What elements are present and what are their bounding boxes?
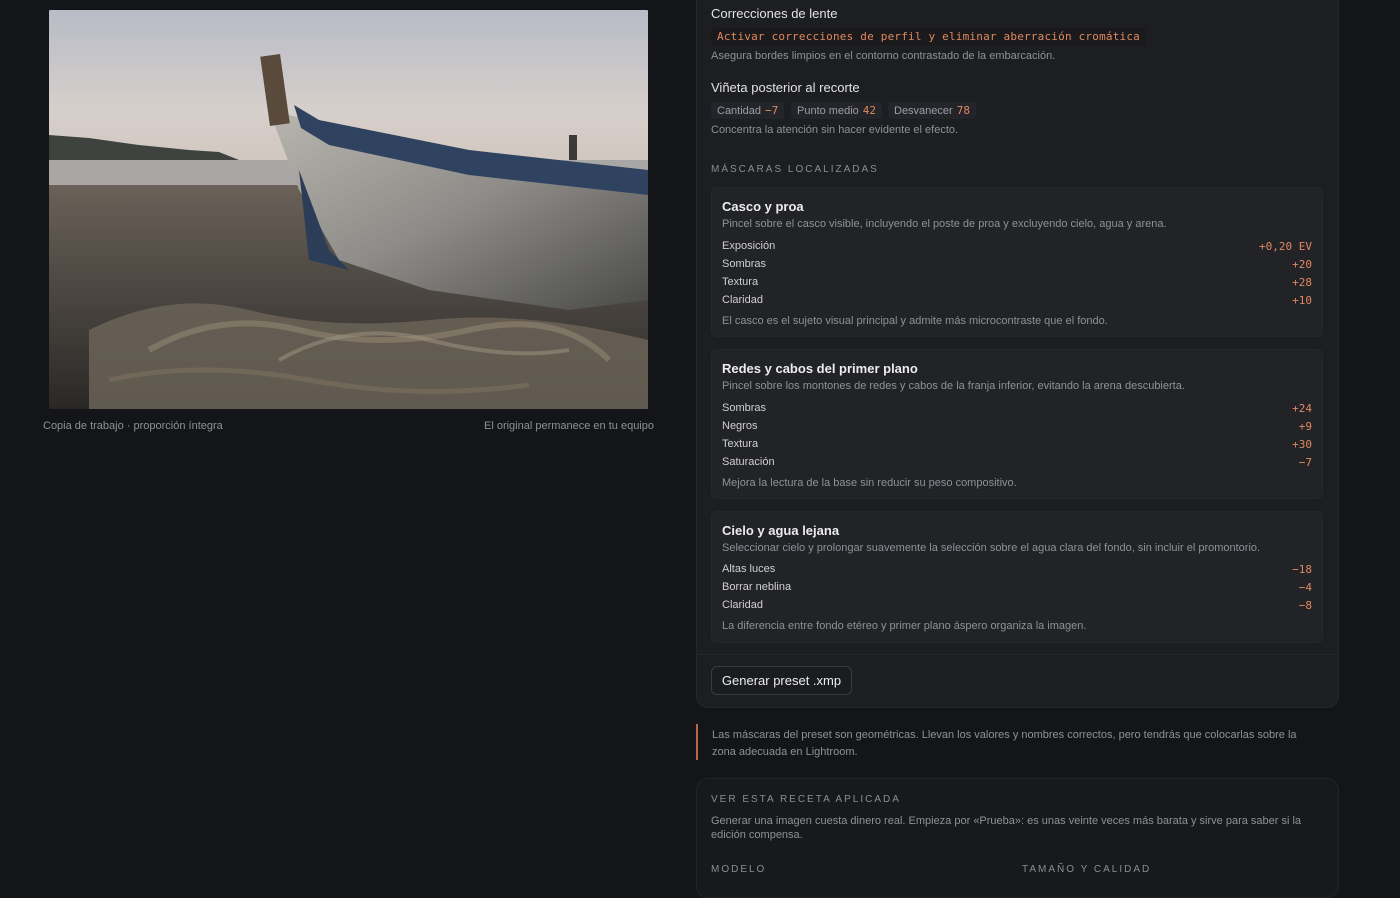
chip-label: Cantidad: [717, 105, 762, 117]
masks-note: Las máscaras del preset son geométricas.…: [712, 729, 1297, 758]
mask-desc: Pincel sobre los montones de redes y cab…: [722, 380, 1185, 392]
mask-foot: El casco es el sujeto visual principal y…: [722, 315, 1108, 327]
mask-row-value: −8: [1298, 599, 1312, 612]
mask-row-label: Exposición: [722, 240, 776, 252]
vignette-desc: Concentra la atención sin hacer evidente…: [711, 124, 959, 136]
mask-row-label: Claridad: [722, 294, 763, 306]
masks-eyebrow: MÁSCARAS LOCALIZADAS: [711, 164, 879, 175]
mask-desc: Seleccionar cielo y prolongar suavemente…: [722, 542, 1261, 554]
mask-card-nets: Redes y cabos del primer plano Pincel so…: [711, 349, 1323, 499]
chip-label: Desvanecer: [894, 105, 953, 117]
mask-row-label: Sombras: [722, 258, 767, 270]
vignette-chip-midpoint: Punto medio 42: [791, 102, 883, 119]
mask-row-label: Sombras: [722, 402, 767, 414]
photo-preview: [49, 10, 648, 409]
note-accent-bar: [696, 724, 698, 760]
mask-row-value: +0,20 EV: [1259, 240, 1312, 253]
mask-row-value: −7: [1298, 456, 1312, 469]
mask-title: Redes y cabos del primer plano: [722, 361, 918, 376]
mask-foot: Mejora la lectura de la base sin reducir…: [722, 477, 1017, 489]
mask-row: Saturación −7: [722, 456, 1312, 472]
mask-row-value: +9: [1298, 420, 1312, 433]
mask-desc: Pincel sobre el casco visible, incluyend…: [722, 218, 1167, 230]
mask-row-value: +20: [1292, 258, 1312, 271]
mask-row: Altas luces −18: [722, 563, 1312, 579]
mask-row: Borrar neblina −4: [722, 581, 1312, 597]
recipe-eyebrow: VER ESTA RECETA APLICADA: [711, 794, 901, 805]
mask-title: Cielo y agua lejana: [722, 523, 840, 538]
chip-value: −7: [765, 104, 779, 117]
mask-row-label: Saturación: [722, 456, 775, 468]
chip-value: 78: [956, 104, 970, 117]
mask-foot: La diferencia entre fondo etéreo y prime…: [722, 620, 1087, 632]
lens-corrections-title: Correcciones de lente: [711, 6, 838, 21]
vignette-chip-amount: Cantidad −7: [711, 102, 785, 119]
mask-row: Claridad +10: [722, 294, 1312, 310]
mask-row: Textura +28: [722, 276, 1312, 292]
mask-row-value: −18: [1292, 563, 1312, 576]
mask-row-label: Textura: [722, 438, 759, 450]
mask-row-value: +30: [1292, 438, 1312, 451]
mask-row: Textura +30: [722, 438, 1312, 454]
mask-row-value: +28: [1292, 276, 1312, 289]
mask-card-hull: Casco y proa Pincel sobre el casco visib…: [711, 187, 1323, 337]
chip-label: Punto medio: [797, 105, 859, 117]
mask-card-sky: Cielo y agua lejana Seleccionar cielo y …: [711, 511, 1323, 643]
mask-row-label: Textura: [722, 276, 759, 288]
mask-title: Casco y proa: [722, 199, 804, 214]
panel-divider: [697, 654, 1338, 655]
vignette-title: Viñeta posterior al recorte: [711, 80, 860, 95]
lens-corrections-code: Activar correcciones de perfil y elimina…: [711, 28, 1146, 45]
recipe-desc: Generar una imagen cuesta dinero real. E…: [711, 815, 1302, 841]
mask-row: Sombras +24: [722, 402, 1312, 418]
lens-corrections-desc: Asegura bordes limpios en el contorno co…: [711, 50, 1056, 62]
mask-row: Exposición +0,20 EV: [722, 240, 1312, 256]
generate-preset-button[interactable]: Generar preset .xmp: [711, 666, 852, 695]
mask-row-value: +24: [1292, 402, 1312, 415]
mask-row: Negros +9: [722, 420, 1312, 436]
chip-value: 42: [862, 104, 877, 117]
vignette-chip-feather: Desvanecer 78: [888, 102, 976, 119]
mask-row-value: −4: [1298, 581, 1312, 594]
mask-row-label: Altas luces: [722, 563, 776, 575]
mask-row-label: Borrar neblina: [722, 581, 792, 593]
mask-row: Sombras +20: [722, 258, 1312, 274]
mask-row-value: +10: [1292, 294, 1312, 307]
photo-caption-right: El original permanece en tu equipo: [483, 420, 654, 432]
photo-caption-left: Copia de trabajo · proporción íntegra: [43, 420, 223, 432]
size-quality-label: TAMAÑO Y CALIDAD: [1022, 864, 1152, 875]
mask-row-label: Negros: [722, 420, 758, 432]
mask-row-label: Claridad: [722, 599, 763, 611]
model-label: MODELO: [711, 864, 767, 875]
mask-row: Claridad −8: [722, 599, 1312, 615]
